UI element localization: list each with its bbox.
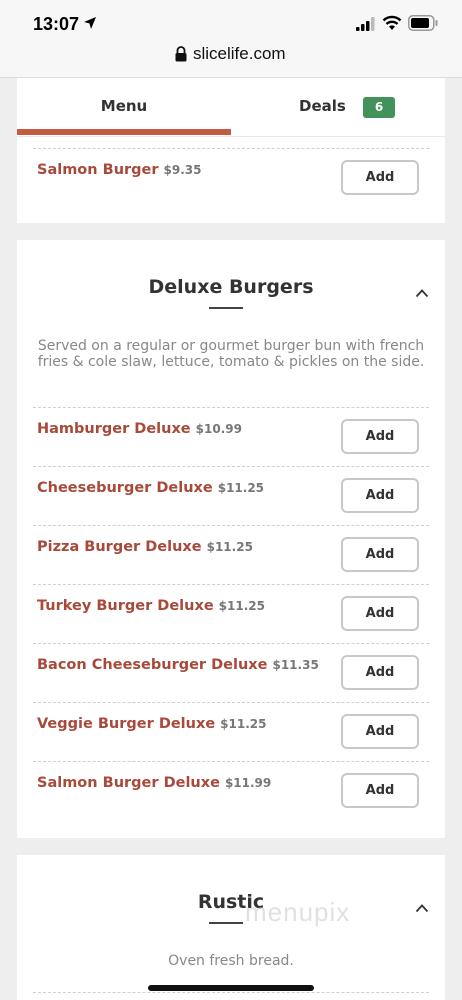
menu-item-row: Salmon Burger $9.35 Add: [33, 148, 429, 207]
menu-item-price: $11.25: [218, 599, 265, 613]
url-bar[interactable]: slicelife.com: [0, 44, 462, 78]
menu-item-row: Salmon Burger Deluxe $11.99 Add: [33, 761, 429, 820]
add-button[interactable]: Add: [341, 596, 419, 631]
deals-count-badge: 6: [363, 97, 395, 118]
menu-item-price: $11.25: [220, 717, 267, 731]
section-description: Oven fresh bread.: [168, 953, 294, 969]
menu-item-price: $11.25: [206, 540, 253, 554]
divider: [33, 992, 429, 993]
menu-item-price: $9.35: [163, 163, 202, 177]
add-button[interactable]: Add: [341, 714, 419, 749]
menu-item-name[interactable]: Salmon Burger Deluxe $11.99: [37, 775, 271, 791]
add-button[interactable]: Add: [341, 773, 419, 808]
menu-item-row: Bacon Cheeseburger Deluxe $11.35 Add: [33, 643, 429, 702]
tab-menu-label: Menu: [100, 97, 148, 115]
menu-item-name[interactable]: Salmon Burger $9.35: [37, 162, 202, 178]
title-underline: [209, 922, 243, 924]
deluxe-burgers-section: Deluxe Burgers Served on a regular or go…: [17, 240, 445, 838]
chevron-up-icon[interactable]: [415, 288, 429, 298]
menu-item-price: $11.99: [224, 776, 272, 790]
menu-item-name[interactable]: Bacon Cheeseburger Deluxe $11.35: [37, 657, 319, 673]
menu-item-name[interactable]: Pizza Burger Deluxe $11.25: [37, 539, 253, 555]
section-description: Served on a regular or gourmet burger bu…: [37, 338, 425, 370]
add-button[interactable]: Add: [341, 655, 419, 690]
menu-item-name[interactable]: Cheeseburger Deluxe $11.25: [37, 480, 264, 496]
section-title: Rustic: [197, 891, 265, 913]
battery-icon: [408, 15, 438, 31]
home-indicator[interactable]: [148, 985, 314, 991]
divider: [17, 136, 445, 137]
menu-item-row: Hamburger Deluxe $10.99 Add: [33, 407, 429, 466]
tab-menu[interactable]: Menu: [17, 78, 231, 136]
title-underline: [209, 307, 243, 309]
add-button[interactable]: Add: [341, 160, 419, 195]
menu-tabs-card: Menu Deals 6 Salmon Burger $9.35 Add: [17, 78, 445, 223]
menu-item-row: Pizza Burger Deluxe $11.25 Add: [33, 525, 429, 584]
menu-item-row: Veggie Burger Deluxe $11.25 Add: [33, 702, 429, 761]
wifi-icon: [382, 15, 402, 30]
lock-icon: [175, 46, 187, 62]
section-title: Deluxe Burgers: [148, 276, 314, 298]
menu-item-name[interactable]: Hamburger Deluxe $10.99: [37, 421, 242, 437]
cellular-signal-icon: [356, 17, 375, 31]
add-button[interactable]: Add: [341, 478, 419, 513]
tab-deals-label: Deals: [299, 97, 346, 115]
status-bar: 13:07: [0, 0, 462, 44]
tab-deals[interactable]: Deals 6: [231, 78, 445, 136]
chevron-up-icon[interactable]: [415, 903, 429, 913]
menu-item-row: Cheeseburger Deluxe $11.25 Add: [33, 466, 429, 525]
menu-item-name[interactable]: Veggie Burger Deluxe $11.25: [37, 716, 266, 732]
watermark: menupix: [245, 897, 351, 927]
location-arrow-icon: [84, 17, 96, 29]
clock: 13:07: [33, 14, 80, 34]
active-tab-indicator: [17, 129, 231, 135]
add-button[interactable]: Add: [341, 419, 419, 454]
menu-item-row: Turkey Burger Deluxe $11.25 Add: [33, 584, 429, 643]
add-button[interactable]: Add: [341, 537, 419, 572]
menu-item-price: $11.25: [217, 481, 265, 495]
url-text: slicelife.com: [193, 44, 286, 63]
rustic-section: Rustic menupix Oven fresh bread.: [17, 855, 445, 1000]
menu-item-price: $11.35: [272, 658, 319, 672]
menu-item-price: $10.99: [195, 422, 242, 436]
menu-item-name[interactable]: Turkey Burger Deluxe $11.25: [37, 598, 265, 614]
